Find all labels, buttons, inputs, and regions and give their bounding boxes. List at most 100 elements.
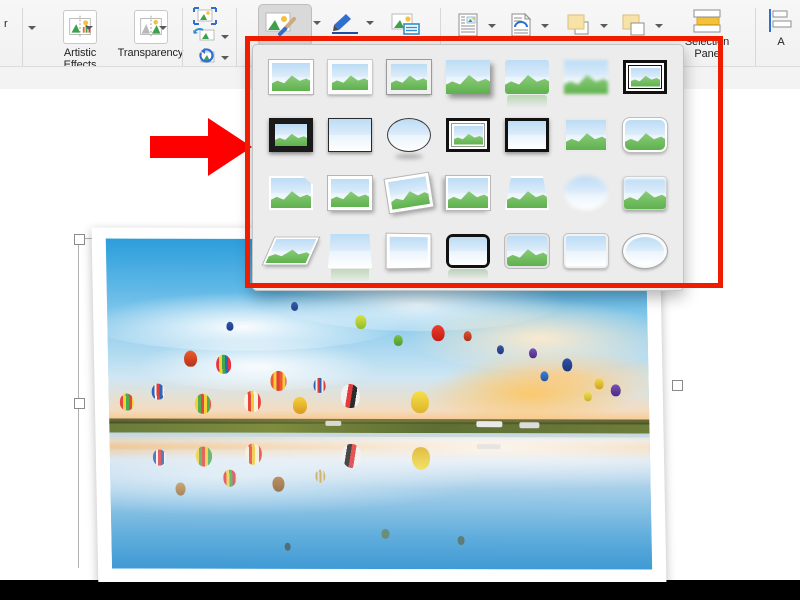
gallery-item[interactable] (503, 173, 551, 213)
balloon (529, 348, 538, 359)
wrap-text-document-icon (511, 12, 532, 37)
chevron-down-icon[interactable] (221, 35, 229, 39)
ribbon-button-transparency-label: Transparency (117, 47, 184, 59)
balloon (393, 334, 404, 346)
balloon (290, 301, 298, 311)
gallery-item[interactable] (621, 115, 669, 155)
gallery-item[interactable] (503, 57, 551, 109)
change-picture-icon (193, 27, 215, 41)
gallery-item-selected (446, 234, 490, 281)
balloon (119, 393, 134, 411)
gallery-item[interactable] (621, 57, 669, 97)
gallery-item[interactable] (562, 173, 610, 213)
balloon-reflection (284, 542, 291, 551)
ribbon-button-align-label: A (777, 36, 785, 48)
ribbon-button-crop-to-fit[interactable] (192, 6, 218, 26)
ribbon-button-picture-styles[interactable] (258, 4, 312, 46)
ribbon-button-picture-effects[interactable] (390, 12, 422, 36)
balloon (226, 321, 234, 331)
chevron-down-icon[interactable] (85, 26, 93, 30)
gallery-item[interactable] (326, 173, 374, 213)
balloon (610, 384, 622, 397)
gallery-item[interactable] (326, 231, 374, 282)
gallery-item[interactable] (562, 115, 610, 155)
picture-styles-gallery[interactable] (252, 44, 684, 291)
gallery-item[interactable] (562, 231, 610, 271)
gallery-item[interactable] (621, 173, 669, 213)
ribbon-button-selection-pane-label-line1: Selection (684, 36, 730, 48)
ribbon-button-color-label: r (4, 18, 8, 30)
chevron-down-icon[interactable] (655, 24, 663, 28)
send-backward-icon (622, 14, 645, 36)
ribbon-button-reset-picture[interactable] (192, 48, 218, 66)
gallery-item-selected (623, 60, 667, 94)
bring-forward-icon (567, 14, 589, 35)
ribbon-button-artistic-effects-label-line1: Artistic (63, 47, 97, 59)
balloon-reflection (341, 443, 362, 468)
ribbon-button-wrap-text[interactable] (508, 12, 534, 38)
balloon (270, 370, 287, 391)
chevron-down-icon[interactable] (28, 26, 36, 30)
gallery-item[interactable] (267, 173, 315, 213)
balloon (583, 391, 593, 402)
balloon-reflection (457, 536, 465, 546)
ribbon-button-transparency[interactable]: Transparency (103, 10, 198, 59)
picture-border-pen-icon (332, 14, 358, 34)
gallery-item[interactable] (385, 115, 433, 159)
gallery-item[interactable] (444, 173, 492, 213)
balloon-reflection (244, 443, 263, 465)
bottom-black-bar (0, 582, 800, 600)
ribbon-button-change-picture[interactable] (192, 27, 218, 45)
gallery-item-selected (446, 118, 490, 152)
balloon (496, 344, 504, 354)
picture-quick-styles-icon (265, 12, 296, 36)
gallery-item[interactable] (503, 115, 551, 155)
ribbon-button-alt-text[interactable] (455, 12, 481, 38)
gallery-item[interactable] (621, 231, 669, 271)
gallery-item[interactable] (267, 115, 315, 155)
gallery-item[interactable] (444, 57, 492, 97)
ribbon-button-color[interactable]: r (4, 18, 8, 30)
chevron-down-icon[interactable] (600, 24, 608, 28)
gallery-item[interactable] (385, 57, 433, 97)
balloon (540, 371, 549, 382)
chevron-down-icon[interactable] (541, 24, 549, 28)
balloon (411, 390, 430, 413)
crop-expand-icon (193, 7, 217, 25)
balloon (243, 390, 262, 412)
chevron-down-icon[interactable] (221, 56, 229, 60)
chevron-down-icon[interactable] (488, 24, 496, 28)
balloon (313, 377, 326, 393)
gallery-item[interactable] (326, 57, 374, 97)
gallery-item[interactable] (326, 115, 374, 155)
ribbon-button-align[interactable]: A (764, 8, 798, 48)
gallery-item[interactable] (503, 231, 551, 271)
ribbon-button-send-backward[interactable] (620, 12, 650, 38)
balloon (151, 383, 166, 400)
ribbon-button-selection-pane-label-line2: Pane (694, 48, 720, 60)
ribbon-button-bring-forward[interactable] (565, 12, 595, 38)
selection-handle-top-left[interactable] (74, 234, 85, 245)
align-icon (769, 9, 792, 32)
gallery-item[interactable] (383, 171, 435, 215)
balloon (195, 393, 212, 414)
balloon (355, 314, 367, 329)
balloon (292, 397, 307, 415)
balloon (215, 354, 232, 374)
balloon (431, 324, 445, 341)
gallery-item[interactable] (385, 231, 433, 271)
gallery-item[interactable] (261, 231, 321, 271)
chevron-down-icon[interactable] (159, 26, 167, 30)
selection-handle-middle-left[interactable] (74, 398, 85, 409)
gallery-item[interactable] (444, 231, 492, 281)
ribbon-button-picture-border[interactable] (330, 12, 360, 34)
selection-handle-middle-right[interactable] (672, 380, 683, 391)
gallery-item-selected (505, 118, 549, 152)
gallery-item[interactable] (562, 57, 610, 97)
gallery-item[interactable] (444, 115, 492, 155)
chevron-down-icon[interactable] (366, 21, 374, 25)
alt-text-document-icon (458, 13, 478, 37)
gallery-item[interactable] (267, 57, 315, 97)
balloon (594, 377, 604, 389)
chevron-down-icon[interactable] (313, 21, 321, 25)
